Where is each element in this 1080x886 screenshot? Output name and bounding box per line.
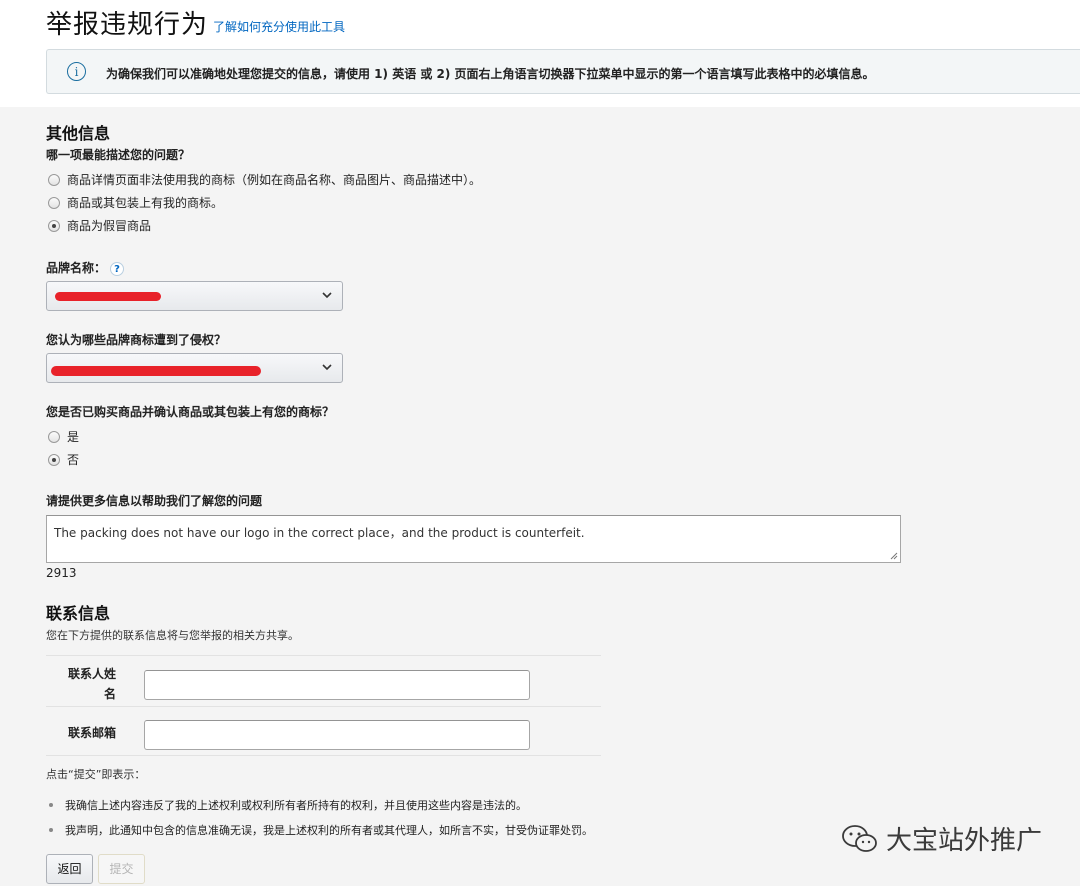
contact-name-label: 联系人姓 名 [56, 665, 116, 702]
radio-button[interactable] [48, 173, 60, 186]
brand-name-label-text: 品牌名称： [46, 261, 107, 275]
help-question-icon[interactable]: ? [110, 261, 125, 276]
details-label: 请提供更多信息以帮助我们了解您的问题 [46, 494, 263, 508]
issue-option-3[interactable]: 商品为假冒商品 [48, 217, 151, 234]
brand-name-label: 品牌名称：? [46, 259, 125, 276]
issue-option-2[interactable]: 商品或其包装上有我的商标。 [48, 194, 223, 211]
contact-email-label: 联系邮箱 [67, 726, 116, 740]
page-title: 举报违规行为 [46, 10, 209, 40]
issue-option-label: 商品或其包装上有我的商标。 [67, 196, 224, 210]
radio-button[interactable] [48, 430, 60, 443]
brand-name-select[interactable] [46, 281, 343, 311]
divider [46, 755, 601, 756]
issue-question-label: 哪一项最能描述您的问题？ [46, 148, 191, 162]
radio-button-checked[interactable] [48, 219, 60, 232]
divider [46, 655, 601, 656]
resize-grip-icon[interactable] [890, 552, 898, 560]
purchase-question-label: 您是否已购买商品并确认商品或其包装上有您的商标？ [46, 405, 335, 419]
purchase-option-no[interactable]: 否 [48, 451, 79, 468]
watermark-text: 大宝站外推广 [886, 826, 1043, 856]
redaction-mark [51, 366, 261, 376]
chevron-down-icon [322, 292, 332, 299]
wechat-icon [842, 824, 877, 852]
redaction-mark [55, 292, 161, 301]
section-heading-contact: 联系信息 [46, 604, 111, 623]
details-textarea[interactable]: The packing does not have our logo in th… [46, 515, 901, 563]
section-heading-other-info: 其他信息 [46, 124, 111, 143]
chevron-down-icon [322, 364, 332, 371]
bullet-icon [49, 803, 53, 807]
info-banner: i 为确保我们可以准确地处理您提交的信息，请使用 1) 英语 或 2) 页面右上… [46, 49, 1080, 94]
agreement-item-text: 我声明，此通知中包含的信息准确无误，我是上述权利的所有者或其代理人，如所言不实，… [65, 824, 593, 837]
contact-name-input[interactable] [144, 670, 530, 700]
agreement-item: 我确信上述内容违反了我的上述权利或权利所有者所持有的权利，并且使用这些内容是违法… [46, 797, 527, 813]
divider [46, 706, 601, 707]
radio-button[interactable] [48, 196, 60, 209]
purchase-option-label: 否 [67, 453, 80, 467]
agreement-item-text: 我确信上述内容违反了我的上述权利或权利所有者所持有的权利，并且使用这些内容是违法… [65, 799, 527, 812]
submit-button[interactable]: 提交 [98, 854, 145, 884]
issue-option-1[interactable]: 商品详情页面非法使用我的商标（例如在商品名称、商品图片、商品描述中）。 [48, 171, 481, 188]
agreement-intro: 点击“提交”即表示： [46, 768, 146, 781]
trademark-label: 您认为哪些品牌商标遭到了侵权？ [46, 333, 227, 347]
details-text: The packing does not have our logo in th… [54, 526, 585, 540]
contact-name-label-line2: 名 [103, 687, 116, 701]
agreement-item: 我声明，此通知中包含的信息准确无误，我是上述权利的所有者或其代理人，如所言不实，… [46, 822, 593, 838]
bullet-icon [49, 828, 53, 832]
back-button[interactable]: 返回 [46, 854, 93, 884]
issue-option-label: 商品为假冒商品 [67, 219, 152, 233]
character-count: 2913 [46, 566, 77, 580]
info-banner-text: 为确保我们可以准确地处理您提交的信息，请使用 1) 英语 或 2) 页面右上角语… [106, 67, 875, 81]
radio-button-checked[interactable] [48, 453, 60, 466]
contact-email-input[interactable] [144, 720, 530, 750]
help-link[interactable]: 了解如何充分使用此工具 [213, 18, 345, 35]
purchase-option-label: 是 [67, 430, 80, 444]
info-icon: i [67, 62, 86, 81]
purchase-option-yes[interactable]: 是 [48, 428, 79, 445]
trademark-select[interactable] [46, 353, 343, 383]
contact-name-label-line1: 联系人姓 [67, 667, 116, 681]
issue-option-label: 商品详情页面非法使用我的商标（例如在商品名称、商品图片、商品描述中）。 [67, 173, 482, 187]
watermark: 大宝站外推广 [840, 820, 1042, 857]
contact-subtitle: 您在下方提供的联系信息将与您举报的相关方共享。 [46, 629, 299, 642]
